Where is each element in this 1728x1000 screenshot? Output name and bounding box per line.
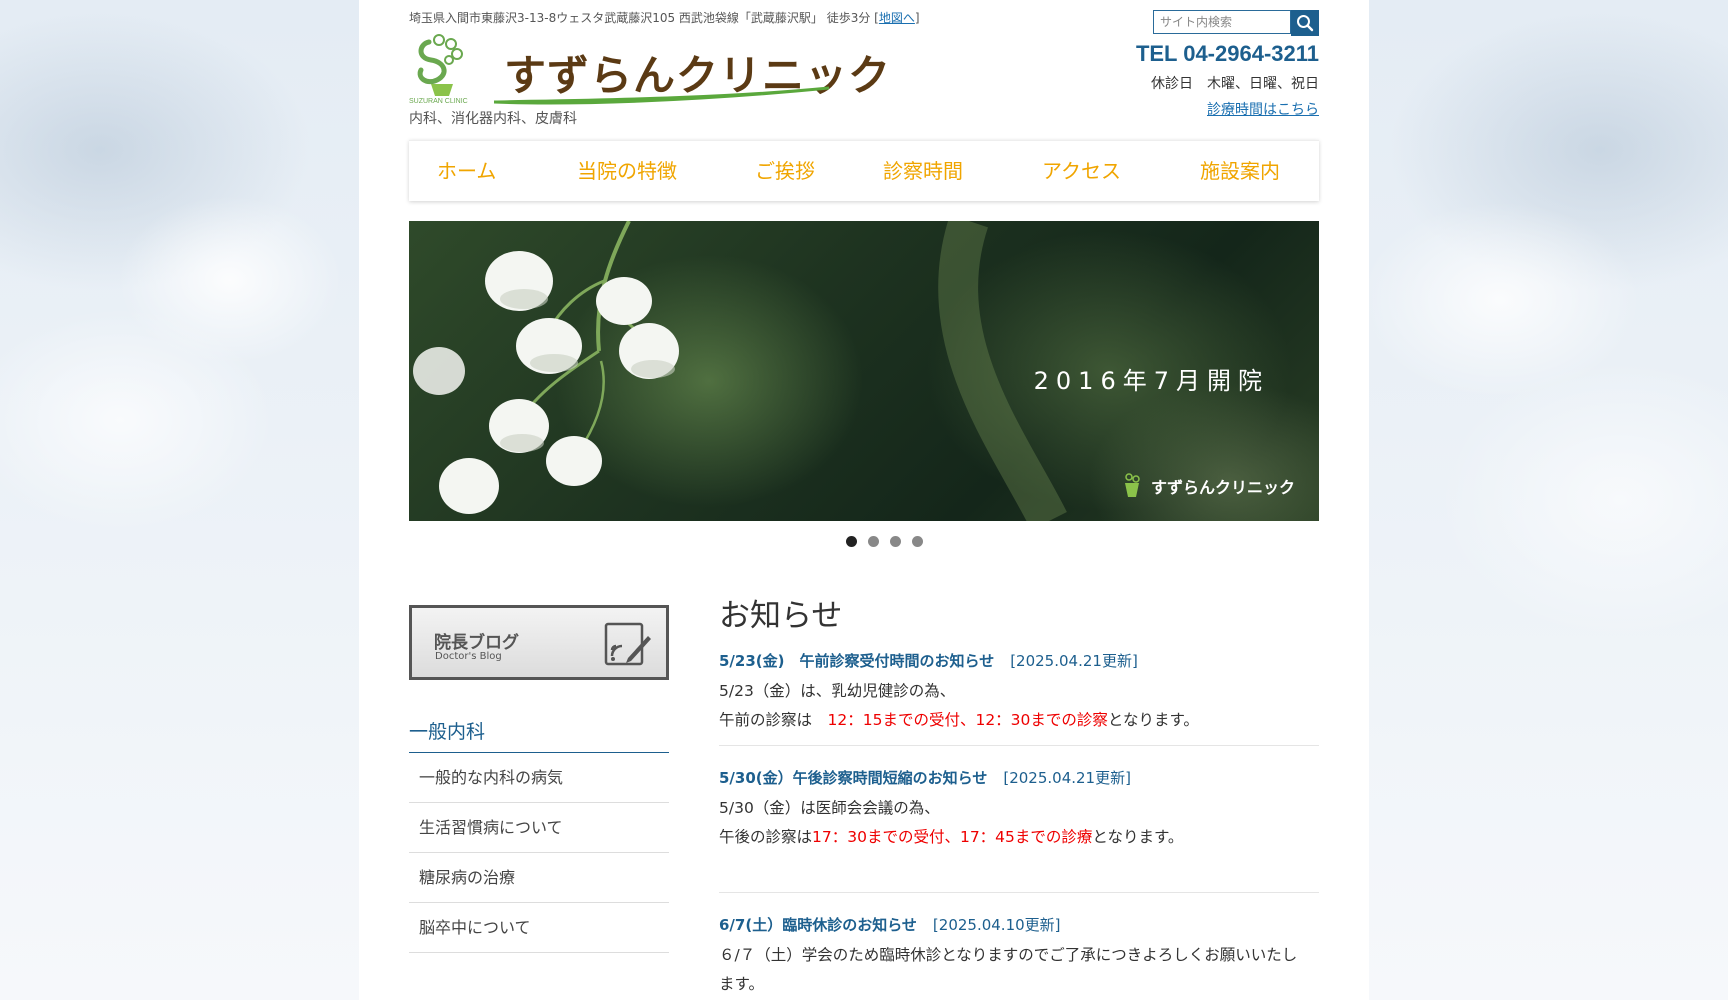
nav-access[interactable]: アクセス <box>1042 141 1121 201</box>
hero-slider[interactable]: 2016年7月開院 すずらんクリニック <box>409 221 1319 521</box>
phone-number: TEL 04-2964-3211 <box>1135 41 1319 66</box>
blog-title: 院長ブログ <box>434 633 519 653</box>
slider-dot-1[interactable] <box>845 536 857 547</box>
map-link[interactable]: 地図へ <box>879 11 915 25</box>
site-logo[interactable]: SUZURAN CLINIC すずらんクリニック <box>409 30 890 105</box>
sidebar-item-lifestyle-diseases[interactable]: 生活習慣病について <box>409 803 669 853</box>
news-text-highlight: 12：15までの受付、12：30までの診察 <box>827 711 1108 729</box>
news-text: 午前の診察は 12：15までの受付、12：30までの診察となります。 <box>719 706 1319 735</box>
sidebar-heading: 一般内科 <box>409 717 669 753</box>
hero-logo: すずらんクリニック <box>1119 471 1295 501</box>
logo-mark-text: SUZURAN CLINIC <box>409 98 468 105</box>
address-text: 埼玉県入間市東藤沢3-13-8ウェスタ武蔵藤沢105 西武池袋線「武蔵藤沢駅」 … <box>409 11 879 25</box>
header-address: 埼玉県入間市東藤沢3-13-8ウェスタ武蔵藤沢105 西武池袋線「武蔵藤沢駅」 … <box>409 9 920 26</box>
sidebar-item-stroke[interactable]: 脳卒中について <box>409 903 669 953</box>
news-date: [2025.04.21更新] <box>1010 652 1138 670</box>
news-heading: お知らせ <box>719 598 843 634</box>
news-title[interactable]: 5/23(金) 午前診察受付時間のお知らせ [2025.04.21更新] <box>719 650 1319 671</box>
sidebar-item-general-diseases[interactable]: 一般的な内科の病気 <box>409 753 669 803</box>
news-title-text: 5/30(金）午後診察時間短縮のお知らせ <box>719 769 988 787</box>
news-text-post: となります。 <box>1092 828 1184 846</box>
doctor-blog-banner[interactable]: 院長ブログ Doctor's Blog <box>409 605 669 680</box>
tagline: 内科、消化器内科、皮膚科 <box>409 111 577 127</box>
nav-facilities[interactable]: 施設案内 <box>1200 141 1280 201</box>
news-item: 6/7(土）臨時休診のお知らせ [2025.04.10更新] ６/７（土）学会のた… <box>719 914 1319 999</box>
news-text-pre: 午後の診察は <box>719 828 813 846</box>
news-date: [2025.04.10更新] <box>932 916 1061 934</box>
news-text: 5/30（金）は医師会会議の為、 <box>719 799 940 817</box>
news-text-post: となります。 <box>1107 711 1199 729</box>
nav-features[interactable]: 当院の特徴 <box>577 141 677 201</box>
hero-logo-text: すずらんクリニック <box>1150 478 1295 497</box>
news-divider <box>719 745 1319 746</box>
search-button[interactable] <box>1291 10 1319 36</box>
sidebar-item-diabetes[interactable]: 糖尿病の治療 <box>409 853 669 903</box>
news-text-pre: 午前の診察は <box>719 711 828 729</box>
nav-hours[interactable]: 診察時間 <box>883 141 963 201</box>
slider-dot-3[interactable] <box>889 536 901 547</box>
hero-text: 2016年7月開院 <box>1033 367 1269 395</box>
nav-home[interactable]: ホーム <box>437 141 496 201</box>
news-title[interactable]: 6/7(土）臨時休診のお知らせ [2025.04.10更新] <box>719 914 1319 935</box>
search-icon <box>1297 15 1314 32</box>
page-container: 埼玉県入間市東藤沢3-13-8ウェスタ武蔵藤沢105 西武池袋線「武蔵藤沢駅」 … <box>359 0 1369 1000</box>
blog-edit-icon <box>604 622 651 666</box>
blog-subtitle: Doctor's Blog <box>435 651 502 662</box>
sidebar-list: 一般的な内科の病気 生活習慣病について 糖尿病の治療 脳卒中について <box>409 753 669 953</box>
search-box <box>1153 10 1319 36</box>
lily-logo-icon <box>1124 473 1140 497</box>
closed-days: 休診日 木曜、日曜、祝日 <box>1151 76 1319 92</box>
news-title-text: 6/7(土）臨時休診のお知らせ <box>719 916 917 934</box>
main-nav: ホーム 当院の特徴 ご挨拶 診察時間 アクセス 施設案内 <box>409 140 1319 201</box>
news-title[interactable]: 5/30(金）午後診察時間短縮のお知らせ [2025.04.21更新] <box>719 767 1319 788</box>
news-text: ６/７（土）学会のため臨時休診となりますのでご了承につきよろしくお願いいたし <box>719 946 1298 964</box>
news-item: 5/30(金）午後診察時間短縮のお知らせ [2025.04.21更新] 5/30（… <box>719 767 1319 852</box>
news-text: ます。 <box>719 975 764 993</box>
news-text: 5/23（金）は、乳幼児健診の為、 <box>719 682 956 700</box>
slider-dot-2[interactable] <box>867 536 879 547</box>
news-divider <box>719 892 1319 893</box>
news-item: 5/23(金) 午前診察受付時間のお知らせ [2025.04.21更新] 5/23… <box>719 650 1319 735</box>
news-text: 午後の診察は17：30までの受付、17：45までの診療となります。 <box>719 823 1319 852</box>
news-title-text: 5/23(金) 午前診察受付時間のお知らせ <box>719 652 995 670</box>
nav-greeting[interactable]: ご挨拶 <box>755 141 815 201</box>
search-input[interactable] <box>1153 10 1291 34</box>
news-text-highlight: 17：30までの受付、17：45までの診療 <box>812 828 1093 846</box>
slider-dots <box>409 536 1319 547</box>
logo-swoosh-icon <box>494 86 829 105</box>
slider-dot-4[interactable] <box>911 536 923 547</box>
lily-logo-icon: SUZURAN CLINIC <box>409 34 468 105</box>
hours-link[interactable]: 診療時間はこちら <box>1207 99 1319 119</box>
address-end: ] <box>914 11 920 25</box>
news-date: [2025.04.21更新] <box>1003 769 1131 787</box>
